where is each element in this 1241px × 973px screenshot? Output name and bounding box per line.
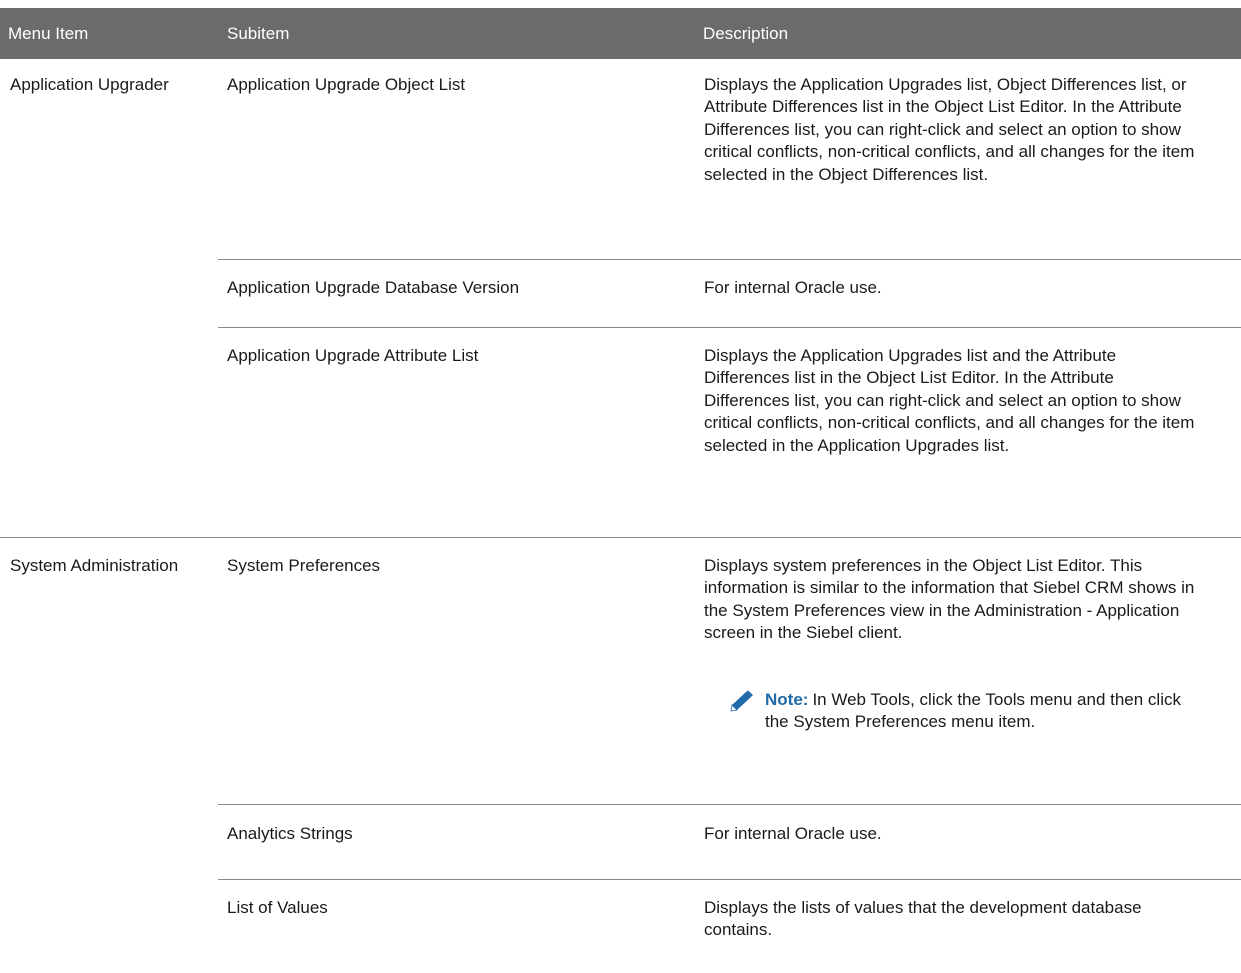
header-subitem: Subitem [227, 24, 290, 43]
subitem-list-of-values: List of Values [227, 898, 328, 917]
subitem-application-upgrade-database-version: Application Upgrade Database Version [227, 278, 520, 297]
header-menu-item: Menu Item [8, 24, 89, 43]
table-header: Menu Item Subitem Description [0, 8, 1241, 59]
row-divider [218, 259, 1241, 260]
pencil-icon [730, 690, 753, 712]
note-label: Note: [765, 690, 809, 709]
subitem-application-upgrade-attribute-list: Application Upgrade Attribute List [227, 346, 479, 365]
note-text-block: Note: In Web Tools, click the Tools menu … [765, 689, 1209, 734]
description-system-preferences: Displays system preferences in the Objec… [704, 556, 1195, 643]
description-list-of-values: Displays the lists of values that the de… [704, 898, 1142, 940]
subitem-analytics-strings: Analytics Strings [227, 824, 353, 843]
description-analytics-strings: For internal Oracle use. [704, 824, 882, 843]
note-callout: Note: In Web Tools, click the Tools menu … [729, 689, 1209, 734]
description-application-upgrade-object-list: Displays the Application Upgrades list, … [704, 75, 1195, 184]
description-application-upgrade-database-version: For internal Oracle use. [704, 278, 882, 297]
menu-item-system-administration: System Administration [10, 556, 179, 575]
subitem-system-preferences: System Preferences [227, 556, 381, 575]
note-body: In Web Tools, click the Tools menu and t… [765, 690, 1181, 732]
menu-reference-table: Menu Item Subitem Description Applicatio… [0, 8, 1241, 939]
group-divider [0, 537, 1241, 538]
header-description: Description [703, 24, 789, 43]
subitem-application-upgrade-object-list: Application Upgrade Object List [227, 75, 466, 94]
row-divider [218, 327, 1241, 328]
description-application-upgrade-attribute-list: Displays the Application Upgrades list a… [704, 346, 1195, 455]
menu-item-application-upgrader: Application Upgrader [10, 75, 169, 94]
row-divider [218, 804, 1241, 805]
row-divider [218, 879, 1241, 880]
